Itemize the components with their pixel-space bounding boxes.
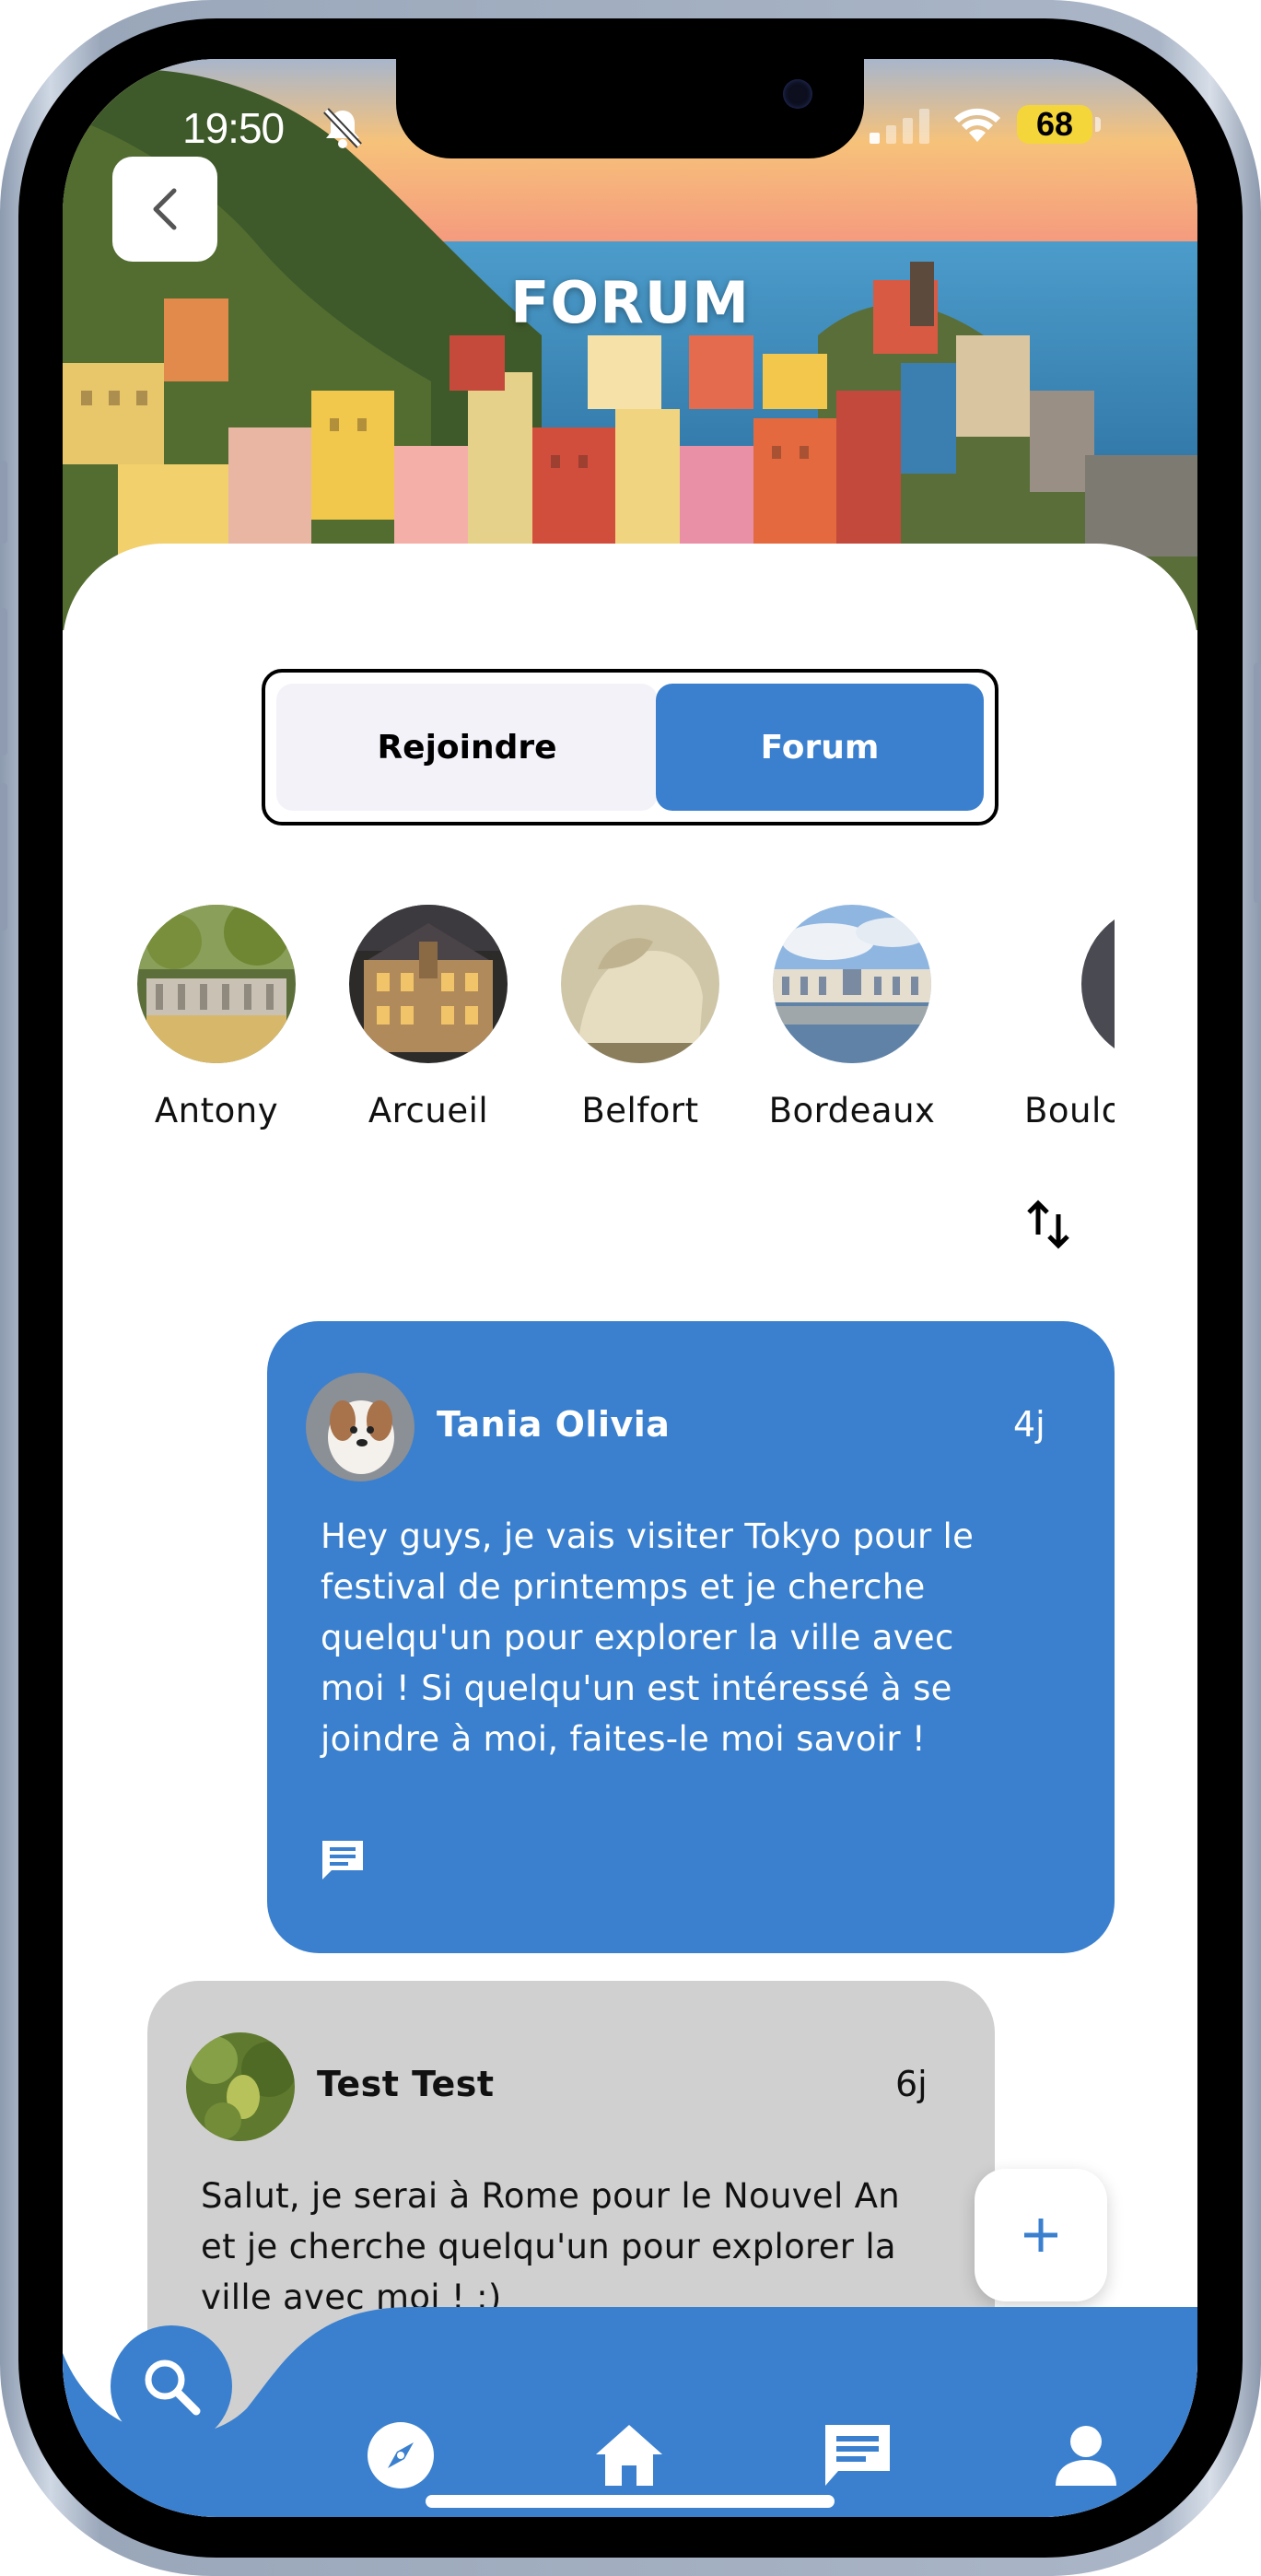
- chat-icon: [825, 2425, 890, 2486]
- bell-muted-icon: [323, 108, 362, 148]
- page-title: FORUM: [510, 269, 750, 336]
- city-item[interactable]: Boulog: [956, 905, 1115, 1130]
- city-name: Antony: [154, 1091, 279, 1130]
- power-button: [1254, 663, 1261, 903]
- screen: 19:50 68 FORUM Rejoindre Forum Antony Ar…: [63, 59, 1197, 2517]
- plus-icon: [1024, 2219, 1057, 2252]
- city-carousel[interactable]: Antony Arcueil Belfort Bordeaux Boulo: [63, 905, 1115, 1181]
- post-line: et je cherche quelqu'un pour explorer la: [201, 2227, 896, 2266]
- post-line: moi ! Si quelqu'un est intéressé à se: [321, 1669, 952, 1708]
- city-photo-boulogne: [1081, 905, 1115, 1063]
- volume-down-button: [0, 783, 7, 931]
- nav-search-button[interactable]: [111, 2325, 232, 2447]
- segmented-control: Rejoindre Forum: [262, 669, 998, 825]
- chevron-left-icon: [153, 188, 177, 230]
- city-photo-belfort: [561, 905, 719, 1063]
- forum-post[interactable]: Tania Olivia 4j Hey guys, je vais visite…: [267, 1321, 1115, 1953]
- post-line: joindre à moi, faites-le moi savoir !: [321, 1719, 927, 1759]
- post-age: 6j: [895, 2064, 928, 2104]
- signal-icon: [870, 109, 929, 144]
- post-body: Hey guys, je vais visiter Tokyo pour le …: [321, 1511, 1076, 1764]
- back-button[interactable]: [112, 157, 217, 262]
- city-item[interactable]: Antony: [111, 905, 322, 1130]
- city-photo-bordeaux: [773, 905, 931, 1063]
- nav-chat[interactable]: [816, 2414, 899, 2497]
- camera-dot: [783, 79, 812, 109]
- city-item[interactable]: Belfort: [534, 905, 746, 1130]
- avatar: [186, 2032, 295, 2141]
- nav-explore[interactable]: [359, 2414, 442, 2497]
- battery-tip: [1095, 117, 1101, 132]
- status-time: 19:50: [182, 104, 285, 152]
- city-name: Belfort: [581, 1091, 699, 1130]
- city-photo-antony: [137, 905, 296, 1063]
- post-age: 4j: [1013, 1404, 1045, 1445]
- city-item[interactable]: Arcueil: [322, 905, 534, 1130]
- post-line: Salut, je serai à Rome pour le Nouvel An: [201, 2176, 900, 2216]
- sort-icon[interactable]: [1026, 1198, 1070, 1251]
- post-body: Salut, je serai à Rome pour le Nouvel An…: [201, 2171, 975, 2323]
- side-button: [0, 461, 7, 544]
- search-icon: [145, 2359, 201, 2416]
- nav-profile[interactable]: [1045, 2414, 1127, 2497]
- city-name: Boulog: [1024, 1091, 1115, 1130]
- home-icon: [596, 2425, 662, 2486]
- volume-up-button: [0, 608, 7, 755]
- nav-home[interactable]: [588, 2414, 671, 2497]
- city-photo-arcueil: [349, 905, 508, 1063]
- dynamic-island: [396, 59, 864, 158]
- post-line: festival de printemps et je cherche: [321, 1567, 926, 1607]
- city-name: Arcueil: [368, 1091, 489, 1130]
- person-icon: [1056, 2426, 1116, 2486]
- home-indicator: [426, 2495, 835, 2508]
- compass-icon: [368, 2422, 434, 2488]
- comment-icon[interactable]: [319, 1837, 367, 1883]
- post-author: Test Test: [317, 2064, 495, 2104]
- tab-rejoindre[interactable]: Rejoindre: [276, 684, 658, 811]
- post-line: Hey guys, je vais visiter Tokyo pour le: [321, 1516, 975, 1556]
- avatar: [306, 1373, 414, 1481]
- add-post-button[interactable]: [975, 2169, 1107, 2301]
- city-item[interactable]: Bordeaux: [746, 905, 958, 1130]
- post-line: quelqu'un pour explorer la ville avec: [321, 1618, 954, 1657]
- wifi-icon: [954, 108, 1000, 142]
- post-author: Tania Olivia: [437, 1404, 671, 1445]
- battery-indicator: 68: [1017, 105, 1092, 144]
- tab-forum[interactable]: Forum: [656, 684, 984, 811]
- phone-frame: 19:50 68 FORUM Rejoindre Forum Antony Ar…: [0, 0, 1261, 2576]
- city-name: Bordeaux: [768, 1091, 936, 1130]
